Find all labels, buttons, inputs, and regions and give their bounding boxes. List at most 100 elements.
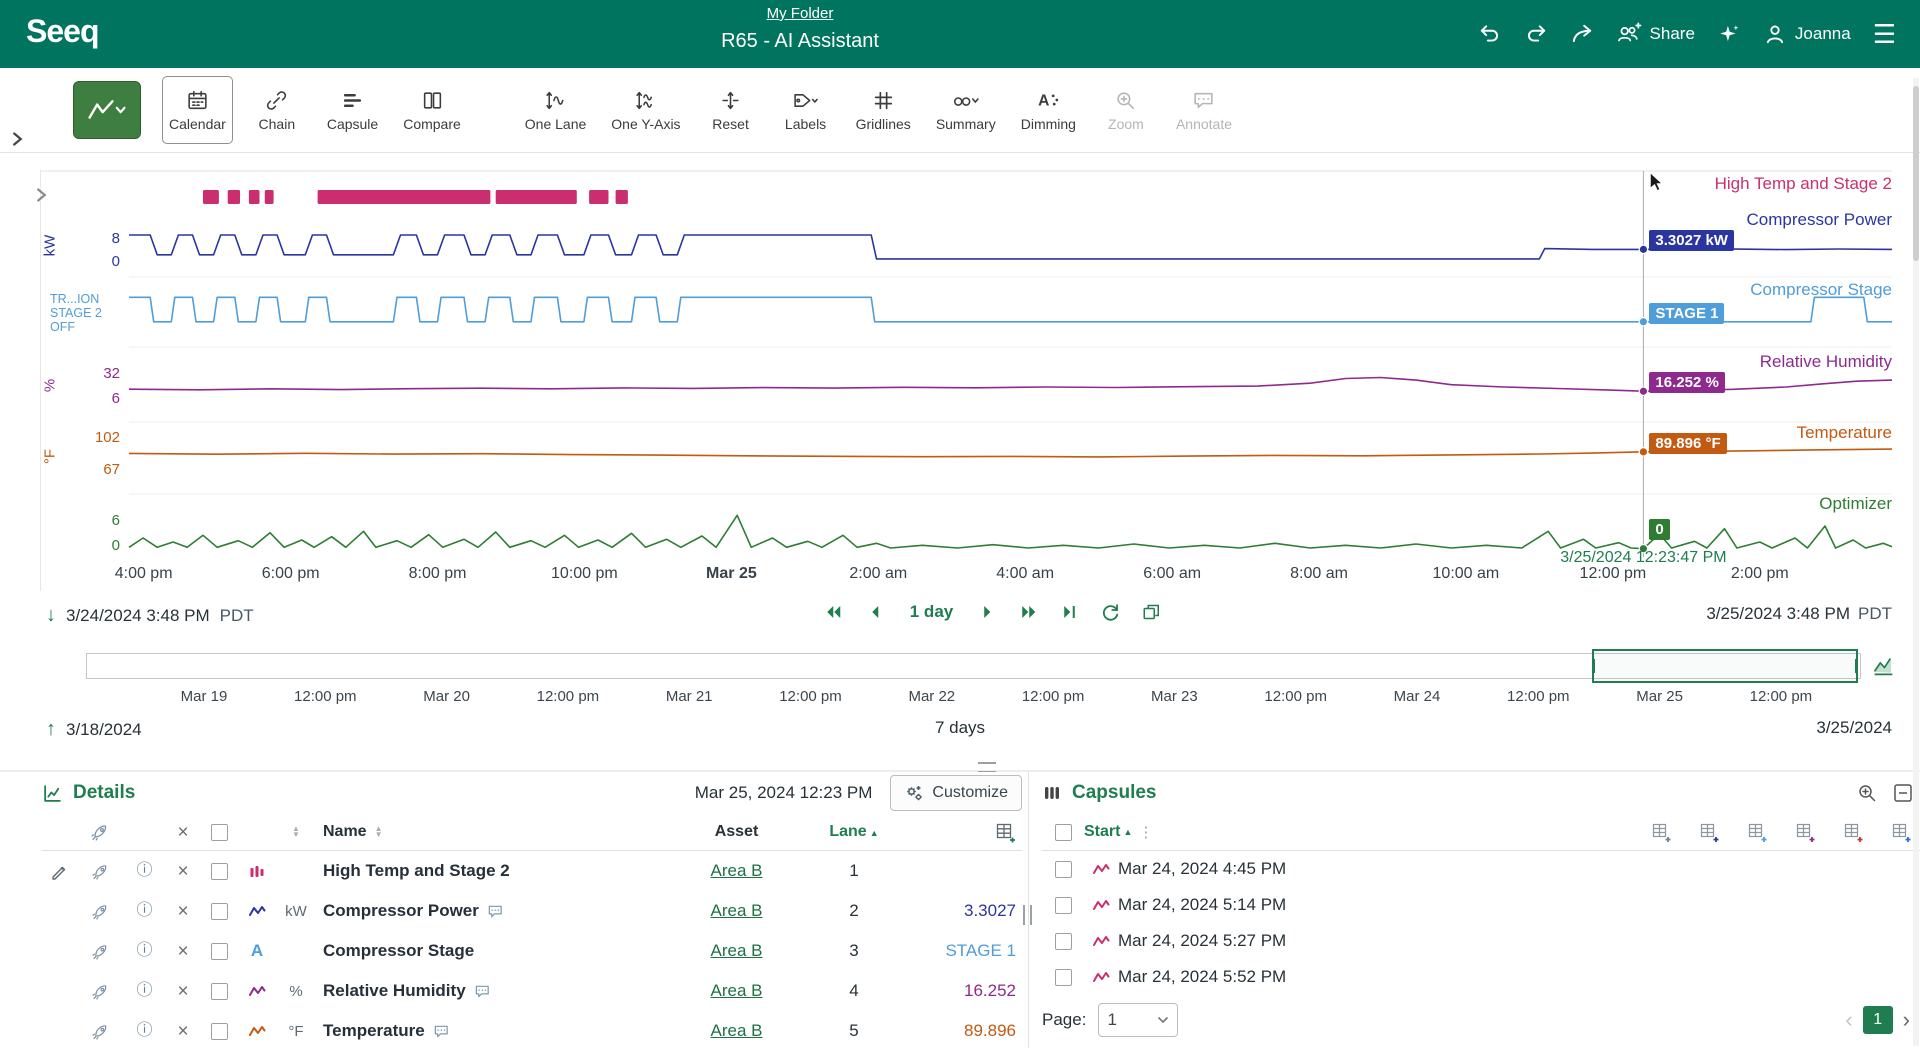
signal-line-compressor-power[interactable] — [129, 235, 1892, 259]
toolbar-chain-button[interactable]: Chain — [246, 76, 308, 144]
asset-link[interactable]: Area B — [669, 861, 804, 881]
name-column-header[interactable]: Name — [323, 823, 367, 841]
hamburger-menu-icon[interactable]: ☰ — [1873, 21, 1896, 47]
capsule-bar[interactable] — [589, 190, 608, 204]
undo-icon[interactable] — [1478, 22, 1502, 46]
sort-name-control[interactable]: ▲▼ — [375, 826, 383, 838]
select-all-capsules-checkbox[interactable] — [1055, 824, 1072, 841]
asset-swap-icon[interactable] — [76, 1023, 124, 1040]
signal-label-relative-humidity[interactable]: Relative Humidity — [1760, 352, 1892, 372]
toolbar-annotate-button[interactable]: Annotate — [1170, 76, 1238, 144]
edit-pencil-icon[interactable] — [42, 862, 76, 880]
redo-icon[interactable] — [1524, 22, 1548, 46]
item-info-icon[interactable]: ⓘ — [124, 983, 165, 999]
share-button[interactable]: Share — [1616, 22, 1695, 46]
asset-link[interactable]: Area B — [669, 941, 804, 961]
toolbar-zoom-button[interactable]: Zoom — [1095, 76, 1157, 144]
remove-item-icon[interactable]: × — [165, 982, 201, 1001]
overview-zoom-icon[interactable] — [1872, 654, 1897, 677]
scrollbar-thumb[interactable] — [1913, 86, 1919, 261]
step-back-full-icon[interactable] — [824, 602, 845, 622]
asset-swap-icon[interactable] — [76, 943, 124, 960]
item-info-icon[interactable]: ⓘ — [124, 1023, 165, 1039]
item-name[interactable]: Compressor Power — [323, 901, 479, 921]
item-name[interactable]: Relative Humidity — [323, 981, 466, 1001]
asset-link[interactable]: Area B — [669, 901, 804, 921]
remove-item-icon[interactable]: × — [165, 902, 201, 921]
toolbar-gridlines-button[interactable]: Gridlines — [850, 76, 917, 144]
copy-range-icon[interactable] — [1141, 602, 1162, 622]
remove-item-icon[interactable]: × — [165, 862, 201, 881]
item-checkbox[interactable] — [201, 943, 237, 960]
comment-icon[interactable] — [474, 983, 491, 1000]
item-checkbox[interactable] — [201, 983, 237, 1000]
breadcrumb-my-folder[interactable]: My Folder — [767, 5, 834, 22]
add-column-icon[interactable] — [1699, 822, 1720, 843]
item-name[interactable]: High Temp and Stage 2 — [323, 861, 510, 881]
signal-label-high-temp-and-stage-2[interactable]: High Temp and Stage 2 — [1715, 174, 1892, 194]
remove-item-icon[interactable]: × — [165, 1022, 201, 1041]
investigate-end-date[interactable]: 3/25/2024 — [1816, 718, 1892, 738]
signal-label-compressor-power[interactable]: Compressor Power — [1747, 210, 1893, 230]
capsule-bar[interactable] — [265, 190, 274, 204]
range-start-arrow-icon[interactable]: ↓ — [46, 604, 56, 627]
signal-label-compressor-stage[interactable]: Compressor Stage — [1750, 280, 1892, 300]
page-select[interactable]: 1 — [1098, 1003, 1178, 1037]
add-details-column-icon[interactable] — [904, 822, 1022, 843]
capsule-bar[interactable] — [496, 190, 577, 204]
user-menu[interactable]: Joanna — [1763, 22, 1851, 46]
add-column-icon[interactable] — [1843, 822, 1864, 843]
item-checkbox[interactable] — [201, 903, 237, 920]
capsule-bar[interactable] — [616, 190, 628, 204]
duration-label[interactable]: 1 day — [910, 602, 953, 622]
signal-label-temperature[interactable]: Temperature — [1797, 423, 1892, 443]
next-page-icon[interactable]: › — [1903, 1009, 1910, 1031]
signal-line-relative-humidity[interactable] — [129, 378, 1892, 392]
capsule-checkbox[interactable] — [1042, 897, 1084, 914]
toolbar-labels-button[interactable]: Labels — [775, 76, 837, 144]
asset-swap-icon[interactable] — [76, 903, 124, 920]
investigate-span[interactable]: 7 days — [0, 718, 1920, 738]
toolbar-one-lane-button[interactable]: One Lane — [519, 76, 593, 144]
toolbar-compare-button[interactable]: Compare — [397, 76, 467, 144]
asset-link[interactable]: Area B — [669, 1021, 804, 1041]
item-info-icon[interactable]: ⓘ — [124, 863, 165, 879]
capsule-checkbox[interactable] — [1042, 933, 1084, 950]
trend-view-button[interactable] — [73, 81, 141, 139]
step-forward-half-icon[interactable] — [977, 602, 998, 622]
capsule-checkbox[interactable] — [1042, 861, 1084, 878]
sort-type-control[interactable]: ▲▼ — [292, 826, 300, 838]
asset-swap-icon[interactable] — [76, 863, 124, 880]
selection-right-handle[interactable] — [1855, 659, 1858, 673]
toolbar-reset-button[interactable]: Reset — [700, 76, 762, 144]
item-info-icon[interactable]: ⓘ — [124, 903, 165, 919]
lane-column-header[interactable]: Lane▲ — [804, 823, 904, 841]
signal-line-optimizer[interactable] — [129, 515, 1892, 548]
comment-icon[interactable] — [433, 1023, 450, 1040]
toolbar-one-y-axis-button[interactable]: One Y-Axis — [605, 76, 686, 144]
capsule-bar[interactable] — [249, 190, 260, 204]
capsule-bar[interactable] — [318, 190, 491, 204]
toolbar-dimming-button[interactable]: A Dimming — [1015, 76, 1082, 144]
capsule-checkbox[interactable] — [1042, 969, 1084, 986]
step-to-end-icon[interactable] — [1059, 602, 1080, 622]
range-end[interactable]: 3/25/2024 3:48 PM — [1706, 604, 1850, 624]
asset-link[interactable]: Area B — [669, 981, 804, 1001]
start-column-header[interactable]: Start ▲ ⋮ — [1084, 823, 1153, 841]
current-page-button[interactable]: 1 — [1863, 1006, 1893, 1034]
capsule-bar[interactable] — [203, 190, 219, 204]
selection-left-handle[interactable] — [1592, 659, 1595, 673]
toolbar-calendar-button[interactable]: Calendar — [162, 76, 233, 144]
add-column-icon[interactable] — [1891, 822, 1912, 843]
trend-plot[interactable] — [0, 153, 1920, 600]
refresh-icon[interactable] — [1100, 602, 1121, 622]
customize-button[interactable]: Customize — [890, 775, 1022, 811]
asset-swap-column-icon[interactable] — [76, 823, 124, 841]
range-start[interactable]: 3/24/2024 3:48 PM — [66, 606, 210, 626]
remove-all-button[interactable]: × — [177, 823, 188, 842]
add-column-icon[interactable] — [1795, 822, 1816, 843]
expand-worksheets-panel-chevron[interactable] — [12, 131, 23, 147]
asset-swap-icon[interactable] — [76, 983, 124, 1000]
share-forward-icon[interactable] — [1570, 22, 1594, 46]
capsules-collapse-icon[interactable] — [1892, 782, 1914, 804]
